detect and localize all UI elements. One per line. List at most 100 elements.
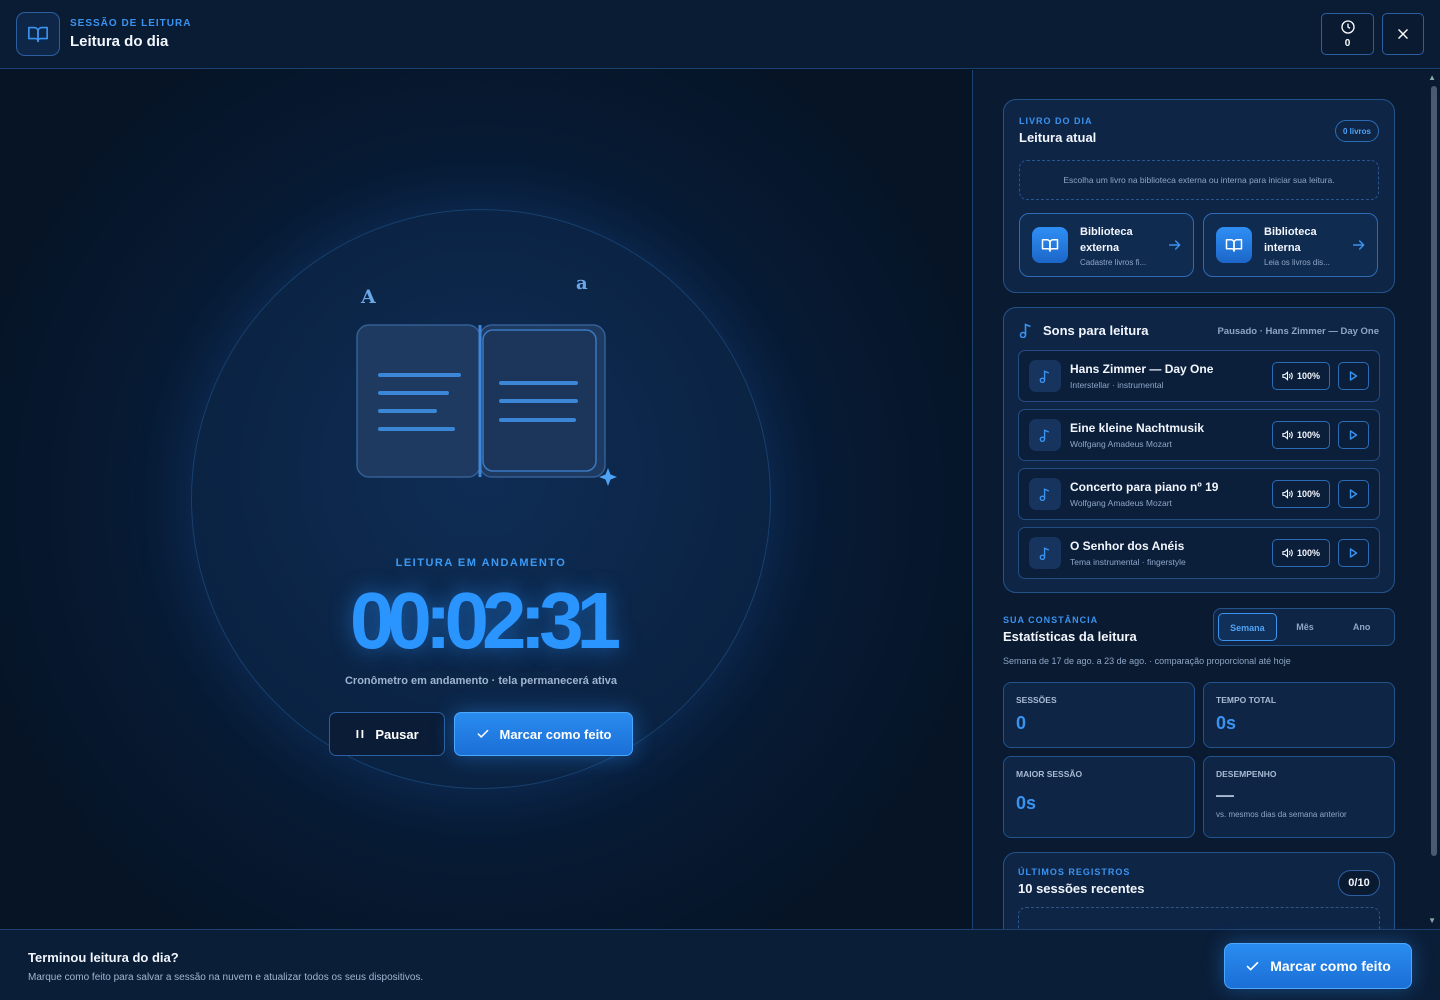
timer-count: 0	[1344, 38, 1351, 49]
book-title: Leitura atual	[1019, 130, 1097, 145]
volume-icon	[1282, 548, 1293, 558]
volume-icon	[1282, 430, 1293, 440]
play-icon	[1349, 548, 1358, 558]
footer-mark-done-button[interactable]: Marcar como feito	[1224, 943, 1412, 989]
book-of-day-card: LIVRO DO DIA Leitura atual 0 livros Esco…	[1003, 99, 1395, 293]
tab-week[interactable]: Semana	[1218, 613, 1277, 641]
recent-sessions-card: ÚLTIMOS REGISTROS 10 sessões recentes 0/…	[1003, 852, 1395, 929]
tab-month[interactable]: Mês	[1277, 613, 1334, 641]
stat-sessions: SESSÕES 0	[1003, 682, 1195, 748]
recent-eyebrow: ÚLTIMOS REGISTROS	[1018, 867, 1131, 877]
sounds-title: Sons para leitura	[1043, 322, 1149, 338]
volume-icon	[1282, 489, 1293, 499]
arrow-right-icon	[1168, 240, 1181, 250]
stats-eyebrow: SUA CONSTÂNCIA	[1003, 615, 1099, 625]
play-button[interactable]	[1338, 421, 1369, 449]
stat-label: DESEMPENHO	[1216, 769, 1277, 779]
decor-letter-upper: A	[361, 286, 376, 308]
music-note-icon	[1029, 478, 1061, 510]
recent-title: 10 sessões recentes	[1018, 881, 1145, 896]
stats-header: SUA CONSTÂNCIA Estatísticas da leitura	[1003, 615, 1137, 644]
music-note-icon	[1029, 419, 1061, 451]
stat-value: 0s	[1016, 793, 1037, 813]
reading-stage: A a LEITURA EM ANDAMENTO 00:02:31 Cronôm…	[0, 70, 972, 929]
reading-status-label: LEITURA EM ANDAMENTO	[395, 557, 567, 569]
stat-label: TEMPO TOTAL	[1216, 695, 1277, 705]
open-book-illustration	[356, 324, 617, 486]
stats-title: Estatísticas da leitura	[1003, 629, 1137, 644]
book-eyebrow: LIVRO DO DIA	[1019, 116, 1093, 126]
external-library-button[interactable]: Biblioteca externa Cadastre livros fi...	[1019, 213, 1194, 277]
sidebar-scrollbar[interactable]	[1431, 86, 1437, 856]
page-title: Leitura do dia	[70, 33, 169, 50]
play-button[interactable]	[1338, 362, 1369, 390]
volume-button[interactable]: 100%	[1272, 421, 1330, 449]
session-eyebrow: SESSÃO DE LEITURA	[70, 18, 192, 29]
history-timer-button[interactable]: 0	[1321, 13, 1374, 55]
top-actions: 0	[1321, 13, 1424, 55]
track-subtitle: Interstellar · instrumental	[1070, 380, 1164, 390]
music-note-icon	[1029, 537, 1061, 569]
track-subtitle: Wolfgang Amadeus Mozart	[1070, 439, 1172, 449]
volume-value: 100%	[1296, 371, 1321, 381]
track-subtitle: Wolfgang Amadeus Mozart	[1070, 498, 1172, 508]
scroll-down-icon[interactable]: ▼	[1428, 916, 1436, 925]
internal-library-button[interactable]: Biblioteca interna Leia os livros dis...	[1203, 213, 1378, 277]
top-bar: SESSÃO DE LEITURA Leitura do dia 0	[0, 0, 1440, 69]
footer-title: Terminou leitura do dia?	[28, 950, 179, 965]
footer-bar: Terminou leitura do dia? Marque como fei…	[0, 929, 1440, 1000]
close-button[interactable]	[1382, 13, 1424, 55]
play-icon	[1349, 371, 1358, 381]
pause-button[interactable]: Pausar	[329, 712, 445, 756]
scroll-up-icon[interactable]: ▲	[1428, 73, 1436, 82]
mark-done-label: Marcar como feito	[499, 726, 612, 742]
track-name: Hans Zimmer — Day One	[1070, 362, 1214, 376]
play-button[interactable]	[1338, 480, 1369, 508]
track-name: O Senhor dos Anéis	[1070, 539, 1185, 553]
track-item[interactable]: Concerto para piano nº 19 Wolfgang Amade…	[1018, 468, 1380, 520]
track-item[interactable]: Eine kleine Nachtmusik Wolfgang Amadeus …	[1018, 409, 1380, 461]
reading-sounds-card: Sons para leitura Pausado · Hans Zimmer …	[1003, 307, 1395, 593]
volume-button[interactable]: 100%	[1272, 539, 1330, 567]
close-icon	[1398, 29, 1408, 39]
sounds-header: Sons para leitura	[1019, 322, 1148, 338]
arrow-right-icon	[1352, 240, 1365, 250]
play-icon	[1349, 430, 1358, 440]
music-note-icon	[1029, 360, 1061, 392]
track-name: Eine kleine Nachtmusik	[1070, 421, 1205, 435]
play-button[interactable]	[1338, 539, 1369, 567]
stat-longest-session: MAIOR SESSÃO 0s	[1003, 756, 1195, 838]
recent-empty-area	[1018, 907, 1380, 929]
decor-letter-lower: a	[576, 273, 588, 294]
recent-count-badge: 0/10	[1338, 870, 1380, 896]
volume-value: 100%	[1296, 489, 1321, 499]
stat-performance: DESEMPENHO — vs. mesmos dias da semana a…	[1203, 756, 1395, 838]
volume-icon	[1282, 371, 1293, 381]
sidebar: ▲ ▼ LIVRO DO DIA Leitura atual 0 livros …	[973, 70, 1440, 929]
clock-icon	[1340, 20, 1355, 34]
focus-ring	[191, 209, 771, 789]
stat-foot: vs. mesmos dias da semana anterior	[1216, 810, 1347, 819]
internal-library-name-1: Biblioteca	[1264, 225, 1317, 238]
volume-button[interactable]: 100%	[1272, 362, 1330, 390]
mark-done-button[interactable]: Marcar como feito	[454, 712, 633, 756]
sounds-status: Pausado · Hans Zimmer — Day One	[1217, 326, 1379, 337]
stat-value: —	[1216, 785, 1234, 805]
books-count-badge: 0 livros	[1334, 120, 1379, 142]
track-item[interactable]: O Senhor dos Anéis Tema instrumental · f…	[1018, 527, 1380, 579]
empty-book-note: Escolha um livro na biblioteca externa o…	[1019, 160, 1379, 200]
stat-label: MAIOR SESSÃO	[1016, 769, 1083, 779]
external-library-desc: Cadastre livros fi...	[1080, 257, 1147, 267]
music-note-icon	[1019, 323, 1031, 338]
open-book-icon	[1216, 227, 1252, 263]
open-book-icon	[1032, 227, 1068, 263]
internal-library-name-2: interna	[1264, 241, 1301, 254]
track-item[interactable]: Hans Zimmer — Day One Interstellar · ins…	[1018, 350, 1380, 402]
session-titles: SESSÃO DE LEITURA Leitura do dia	[70, 18, 191, 50]
volume-button[interactable]: 100%	[1272, 480, 1330, 508]
stat-value: 0	[1016, 713, 1027, 733]
internal-library-desc: Leia os livros dis...	[1264, 257, 1330, 267]
volume-value: 100%	[1296, 548, 1321, 558]
check-icon	[477, 729, 488, 738]
tab-year[interactable]: Ano	[1333, 613, 1390, 641]
